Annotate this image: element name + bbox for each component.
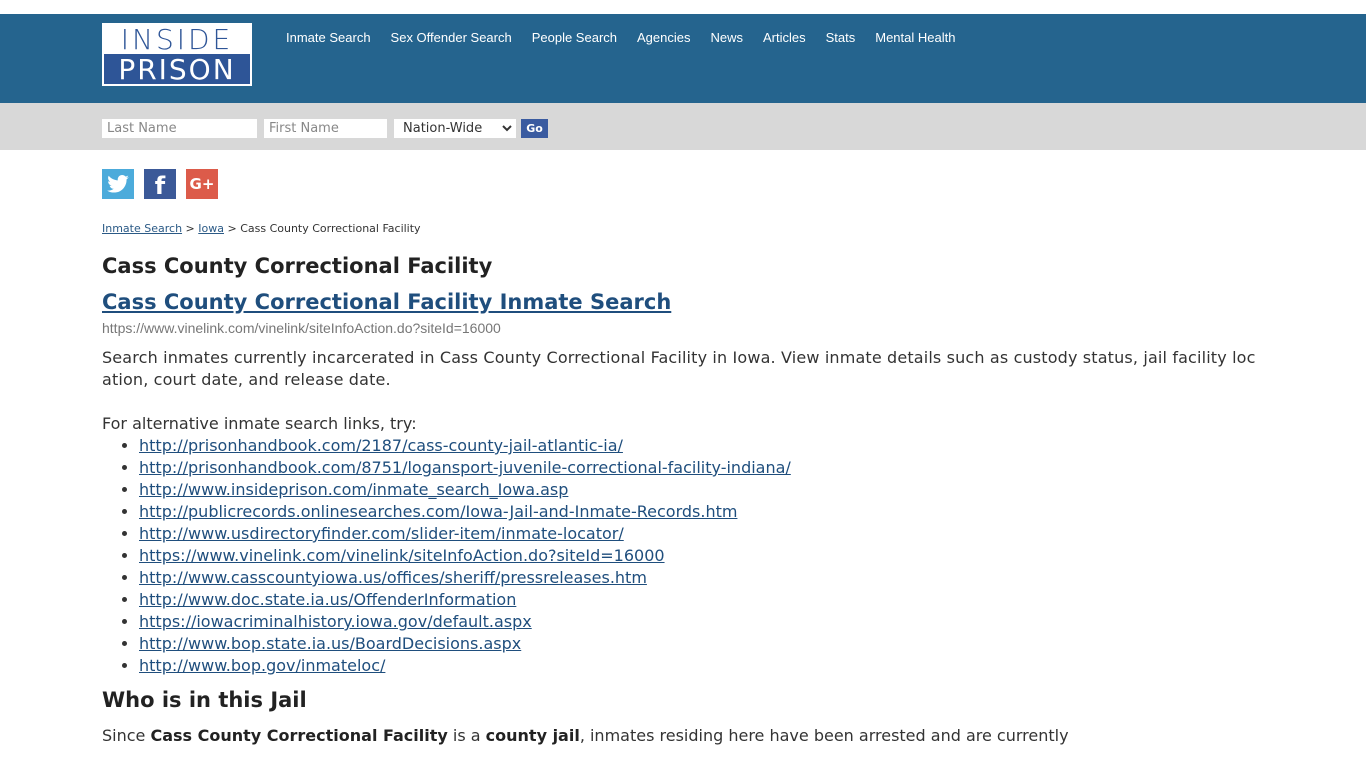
- list-item: http://prisonhandbook.com/8751/loganspor…: [139, 457, 1262, 479]
- list-item: http://www.doc.state.ia.us/OffenderInfor…: [139, 589, 1262, 611]
- top-strip: [0, 0, 1366, 14]
- social-share: f G+: [102, 169, 218, 200]
- alt-link[interactable]: http://www.bop.gov/inmateloc/: [139, 656, 385, 675]
- main-nav: Inmate Search Sex Offender Search People…: [286, 30, 975, 46]
- list-item: http://www.insideprison.com/inmate_searc…: [139, 479, 1262, 501]
- list-item: http://www.casscountyiowa.us/offices/she…: [139, 567, 1262, 589]
- page-title: Cass County Correctional Facility: [102, 254, 493, 278]
- last-name-input[interactable]: [102, 119, 257, 138]
- list-item: http://www.usdirectoryfinder.com/slider-…: [139, 523, 1262, 545]
- alt-link[interactable]: http://publicrecords.onlinesearches.com/…: [139, 502, 737, 521]
- who-paragraph: Since Cass County Correctional Facility …: [102, 725, 1262, 747]
- breadcrumb-current: Cass County Correctional Facility: [240, 222, 421, 235]
- jail-type-bold: county jail: [485, 726, 580, 745]
- text: Since: [102, 726, 151, 745]
- search-bar: Nation-Wide Go: [0, 103, 1366, 150]
- first-name-input[interactable]: [264, 119, 387, 138]
- state-select[interactable]: Nation-Wide: [394, 119, 516, 138]
- nav-news[interactable]: News: [710, 30, 743, 46]
- alt-link[interactable]: http://prisonhandbook.com/2187/cass-coun…: [139, 436, 623, 455]
- logo-line-2: PRISON: [104, 54, 250, 85]
- facility-name-bold: Cass County Correctional Facility: [150, 726, 448, 745]
- list-item: https://www.vinelink.com/vinelink/siteIn…: [139, 545, 1262, 567]
- site-logo[interactable]: INSIDE PRISON: [102, 23, 252, 86]
- alt-link[interactable]: https://iowacriminalhistory.iowa.gov/def…: [139, 612, 532, 631]
- alt-link[interactable]: http://www.usdirectoryfinder.com/slider-…: [139, 524, 624, 543]
- nav-sex-offender-search[interactable]: Sex Offender Search: [391, 30, 512, 46]
- breadcrumb-inmate-search[interactable]: Inmate Search: [102, 222, 182, 235]
- alt-link[interactable]: http://prisonhandbook.com/8751/loganspor…: [139, 458, 791, 477]
- nav-stats[interactable]: Stats: [826, 30, 856, 46]
- text: is a: [447, 726, 486, 745]
- nav-articles[interactable]: Articles: [763, 30, 806, 46]
- alt-link[interactable]: https://www.vinelink.com/vinelink/siteIn…: [139, 546, 665, 565]
- list-item: http://publicrecords.onlinesearches.com/…: [139, 501, 1262, 523]
- breadcrumb: Inmate Search > Iowa > Cass County Corre…: [102, 222, 421, 235]
- alt-link[interactable]: http://www.bop.state.ia.us/BoardDecision…: [139, 634, 521, 653]
- facebook-icon[interactable]: f: [144, 169, 176, 200]
- breadcrumb-separator: >: [227, 222, 237, 235]
- who-heading: Who is in this Jail: [102, 688, 307, 712]
- logo-line-1: INSIDE: [104, 25, 250, 55]
- alt-links-intro: For alternative inmate search links, try…: [102, 414, 417, 433]
- alt-link[interactable]: http://www.casscountyiowa.us/offices/she…: [139, 568, 647, 587]
- nav-agencies[interactable]: Agencies: [637, 30, 690, 46]
- breadcrumb-iowa[interactable]: Iowa: [198, 222, 224, 235]
- twitter-icon[interactable]: [102, 169, 134, 199]
- site-header: INSIDE PRISON Inmate Search Sex Offender…: [0, 14, 1366, 103]
- nav-people-search[interactable]: People Search: [532, 30, 617, 46]
- nav-inmate-search[interactable]: Inmate Search: [286, 30, 371, 46]
- list-item: http://www.bop.state.ia.us/BoardDecision…: [139, 633, 1262, 655]
- text: , inmates residing here have been arrest…: [579, 726, 1069, 745]
- list-item: http://www.bop.gov/inmateloc/: [139, 655, 1262, 677]
- breadcrumb-separator: >: [185, 222, 195, 235]
- facility-description: Search inmates currently incarcerated in…: [102, 348, 1256, 389]
- alt-link[interactable]: http://www.insideprison.com/inmate_searc…: [139, 480, 568, 499]
- list-item: http://prisonhandbook.com/2187/cass-coun…: [139, 435, 1262, 457]
- google-plus-icon[interactable]: G+: [186, 169, 218, 199]
- go-button[interactable]: Go: [521, 119, 548, 138]
- main-content: Cass County Correctional Facility Cass C…: [102, 250, 1262, 747]
- alt-link[interactable]: http://www.doc.state.ia.us/OffenderInfor…: [139, 590, 516, 609]
- list-item: https://iowacriminalhistory.iowa.gov/def…: [139, 611, 1262, 633]
- inmate-search-link[interactable]: Cass County Correctional Facility Inmate…: [102, 289, 1262, 315]
- alt-links-list: http://prisonhandbook.com/2187/cass-coun…: [102, 435, 1262, 677]
- inmate-search-url: https://www.vinelink.com/vinelink/siteIn…: [102, 320, 501, 336]
- nav-mental-health[interactable]: Mental Health: [875, 30, 955, 46]
